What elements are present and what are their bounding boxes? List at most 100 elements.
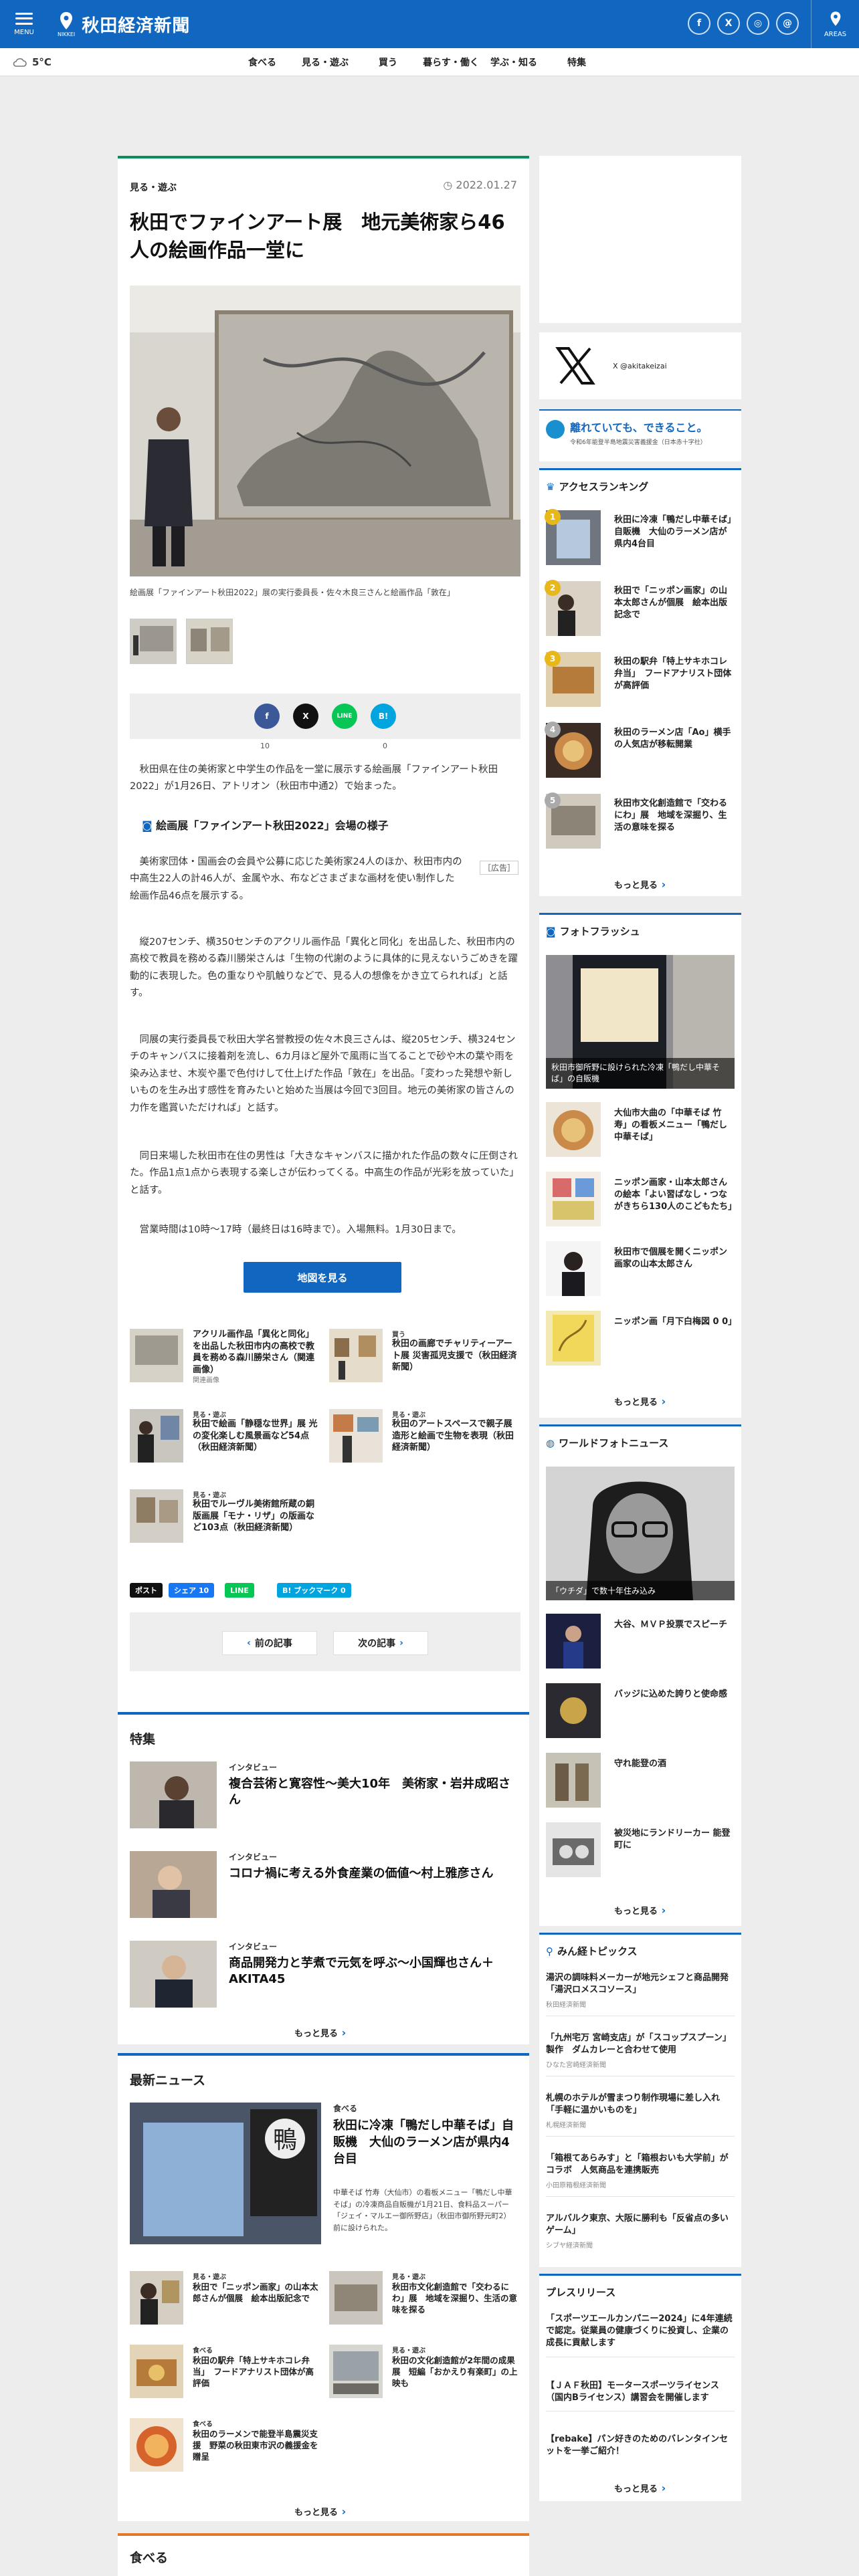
minkei-topics: ⚲ みん経トピックス 湯沢の調味料メーカーが地元シェフと商品開発 「湯沢ロメスコソ… bbox=[539, 1933, 741, 2267]
x-post-button[interactable]: ポスト bbox=[130, 1583, 163, 1598]
nav-item-tokushu[interactable]: 特集 bbox=[545, 56, 608, 69]
svg-text:鴨: 鴨 bbox=[273, 2127, 297, 2154]
x-icon[interactable]: X bbox=[717, 12, 740, 35]
related-item[interactable]: 見る・遊ぶ 秋田のアートスペースで親子展 造形と絵画で生物を表現（秋田経済新聞） bbox=[329, 1409, 520, 1467]
nav-item-taberu[interactable]: 食べる bbox=[231, 56, 294, 69]
related-item[interactable]: 見る・遊ぶ 秋田で絵画「静穏な世界」展 光の変化楽しむ風景画など54点（秋田経済… bbox=[130, 1409, 320, 1467]
world-photo-news: ◍ ワールドフォトニュース 「ウチダ」で数十年住み込み 大谷、ＭＶＰ投票でスピーチ… bbox=[539, 1424, 741, 1926]
minkei-item[interactable]: 札幌のホテルが雪まつり制作現場に差し入れ 「手軽に温かいものを」 札幌経済新聞 bbox=[546, 2092, 735, 2137]
hatena-share-button[interactable]: B! bbox=[371, 704, 396, 729]
nav-item-kurasu[interactable]: 暮らす・働く bbox=[419, 56, 482, 69]
latest-item[interactable]: 食べる 秋田の駅弁「特上サキホコレ弁当」 フードアナリスト団体が高評価 bbox=[130, 2345, 320, 2405]
location-pin-icon bbox=[830, 11, 840, 26]
latest-item[interactable]: 見る・遊ぶ 秋田の文化創造館が2年間の成果展 短編「おかえり有楽町」の上映も bbox=[329, 2345, 520, 2405]
press-more-link[interactable]: もっと見る bbox=[614, 2482, 666, 2494]
x-share-button[interactable]: X bbox=[293, 704, 318, 729]
x-account-box[interactable]: X @akitakeizai bbox=[539, 332, 741, 399]
ranking-more-link[interactable]: もっと見る bbox=[614, 878, 666, 891]
map-button[interactable]: 地図を見る bbox=[244, 1262, 401, 1293]
ranking-title: 秋田のラーメン店「Ao」横手の人気店が移転開業 bbox=[614, 728, 731, 750]
latest-more-link[interactable]: もっと見る bbox=[294, 2505, 346, 2518]
latest-item[interactable]: 見る・遊ぶ 秋田で「ニッポン画家」の山本太郎さんが個展 絵本出版記念で bbox=[130, 2271, 320, 2331]
minkei-item[interactable]: 「箱根てあらみす」と「箱根おいも大学前」がコラボ 人気商品を連携販売 小田原箱根経… bbox=[546, 2153, 735, 2197]
flash-title: ニッポン画「月下白梅図 0 0」 bbox=[614, 1317, 737, 1327]
related-tag: 見る・遊ぶ bbox=[193, 1492, 226, 1499]
latest-item[interactable]: 見る・遊ぶ 秋田市文化創造館で「交わるにわ」展 地域を深掘り、生活の意味を探る bbox=[329, 2271, 520, 2331]
flash-more-link[interactable]: もっと見る bbox=[614, 1395, 666, 1408]
world-item[interactable]: 被災地にランドリーカー 能登町に bbox=[546, 1822, 735, 1884]
features-more-link[interactable]: もっと見る bbox=[294, 2026, 346, 2039]
ranking-item[interactable]: 4 秋田のラーメン店「Ao」横手の人気店が移転開業 bbox=[545, 722, 735, 787]
flash-item[interactable]: ニッポン画「月下白梅図 0 0」 bbox=[546, 1311, 737, 1372]
latest-tag: 食べる bbox=[193, 2347, 213, 2355]
nav-item-miru-asobu[interactable]: 見る・遊ぶ bbox=[294, 56, 357, 69]
thumbnail-1[interactable] bbox=[130, 619, 177, 664]
facebook-share-button[interactable]: f bbox=[254, 704, 280, 729]
prev-article-button[interactable]: ‹ 前の記事 bbox=[222, 1631, 317, 1655]
nav-item-manabu[interactable]: 学ぶ・知る bbox=[482, 56, 545, 69]
latest-item[interactable]: 食べる 秋田のラーメンで能登半島震災支援 野菜の秋田東市沢の義援金を贈呈 bbox=[130, 2418, 320, 2478]
press-item[interactable]: 「スポーツエールカンパニー2024」に4年連続で認定。従業員の健康づくりに投資し… bbox=[546, 2313, 735, 2357]
world-item[interactable]: 大谷、ＭＶＰ投票でスピーチ bbox=[546, 1614, 735, 1675]
donation-banner[interactable]: 離れていても、できること。 令和6年能登半島地震災害義援金（日本赤十字社） bbox=[539, 409, 741, 461]
press-item[interactable]: 【rebake】パン好きのためのバレンタインセットを一挙ご紹介！ bbox=[546, 2434, 735, 2464]
x-account-handle: X @akitakeizai bbox=[613, 362, 667, 370]
press-release: プレスリリース 「スポーツエールカンパニー2024」に4年連続で認定。従業員の健… bbox=[539, 2274, 741, 2501]
facebook-share-pill[interactable]: シェア 10 bbox=[169, 1583, 215, 1598]
related-title: 秋田で絵画「静穏な世界」展 光の変化楽しむ風景画など54点（秋田経済新聞） bbox=[193, 1419, 318, 1453]
feature-item[interactable]: インタビュー 複合芸術と寛容性～美大10年 美術家・岩井成昭さん bbox=[130, 1761, 518, 1834]
related-item[interactable]: アクリル画作品「異化と同化」を出品した秋田市内の高校で教員を務める森川勝栄さん（… bbox=[130, 1329, 320, 1386]
flash-item[interactable]: 秋田市で個展を開くニッポン画家の山本太郎さん bbox=[546, 1241, 735, 1303]
ranking-item[interactable]: 1 秋田に冷凍「鴨だし中華そば」自販機 大仙のラーメン店が県内4台目 bbox=[545, 509, 735, 574]
minkei-item[interactable]: 「九州宅万 宮崎支店」が「スコップスプーン」製作 ダムカレーと合わせて使用 ひなた… bbox=[546, 2032, 735, 2077]
latest-top-item[interactable]: 鴨 食べる 秋田に冷凍「鴨だし中華そば」自販機 大仙のラーメン店が県内4台目 中… bbox=[130, 2103, 518, 2250]
nav-item-kau[interactable]: 買う bbox=[357, 56, 419, 69]
related-title: 秋田の画廊でチャリティーアート展 災害孤児支援で（秋田経済新聞） bbox=[392, 1339, 517, 1373]
thumbnail-2[interactable] bbox=[186, 619, 233, 664]
feature-item[interactable]: インタビュー 商品開発力と芋煮で元気を呼ぶ～小国輝也さん＋AKITA45 bbox=[130, 1941, 518, 2013]
camera-icon: ◙ bbox=[142, 819, 157, 832]
minkei-item[interactable]: アルバルク東京、大阪に勝利も「反省点の多いゲーム」 シブヤ経済新聞 bbox=[546, 2213, 735, 2256]
feature-item[interactable]: インタビュー コロナ禍に考える外食産業の価値～村上雅彦さん bbox=[130, 1851, 518, 1923]
related-item[interactable]: 買う 秋田の画廊でチャリティーアート展 災害孤児支援で（秋田経済新聞） bbox=[329, 1329, 520, 1386]
world-item[interactable]: バッジに込めた誇りと使命感 bbox=[546, 1683, 735, 1745]
hatena-bookmark-pill[interactable]: B! ブックマーク 0 bbox=[277, 1583, 351, 1598]
article-main-photo[interactable] bbox=[130, 286, 520, 576]
flash-main-photo[interactable]: 秋田市御所野に設けられた冷凍「鴨だし中華そば」の自販機 bbox=[546, 955, 735, 1089]
related-title: アクリル画作品「異化と同化」を出品した秋田市内の高校で教員を務める森川勝栄さん（… bbox=[193, 1329, 315, 1375]
menu-button[interactable]: MENU bbox=[0, 0, 48, 48]
related-item[interactable]: 見る・遊ぶ 秋田でルーヴル美術館所蔵の銅版画展「モナ・リザ」の版画など103点（… bbox=[130, 1489, 320, 1547]
logo-small: NIKKEI bbox=[58, 31, 76, 37]
chevron-right-icon: › bbox=[399, 1638, 403, 1648]
photo-flash: ◙ フォトフラッシュ 秋田市御所野に設けられた冷凍「鴨だし中華そば」の自販機 大仙… bbox=[539, 913, 741, 1418]
ranking-title: 秋田市文化創造館で「交わるにわ」展 地域を深掘り、生活の意味を探る bbox=[614, 798, 728, 833]
paragraph-3: 縦207センチ、横350センチのアクリル画作品「異化と同化」を出品した、秋田市内… bbox=[130, 937, 518, 999]
press-item[interactable]: 【ＪＡＦ秋田】モータースポーツライセンス（国内Bライセンス）講習会を開催します bbox=[546, 2380, 735, 2412]
threads-icon[interactable]: @ bbox=[776, 12, 799, 35]
minkei-item[interactable]: 湯沢の調味料メーカーが地元シェフと商品開発 「湯沢ロメスコソース」 秋田経済新聞 bbox=[546, 1972, 737, 2017]
world-more-link[interactable]: もっと見る bbox=[614, 1904, 666, 1917]
pin-icon: ⚲ bbox=[546, 1945, 553, 1957]
instagram-icon[interactable]: ◎ bbox=[747, 12, 769, 35]
world-item[interactable]: 守れ能登の酒 bbox=[546, 1753, 735, 1814]
world-main-photo[interactable]: 「ウチダ」で数十年住み込み bbox=[546, 1467, 735, 1600]
line-share-button[interactable]: LINE bbox=[332, 704, 357, 729]
ranking-item[interactable]: 2 秋田で「ニッポン画家」の山本太郎さんが個展 絵本出版記念で bbox=[545, 580, 735, 645]
flash-main-caption: 秋田市御所野に設けられた冷凍「鴨だし中華そば」の自販機 bbox=[546, 1058, 735, 1089]
ranking-item[interactable]: 5 秋田市文化創造館で「交わるにわ」展 地域を深掘り、生活の意味を探る bbox=[545, 792, 735, 858]
subheading[interactable]: ◙ 絵画展「ファインアート秋田2022」会場の様子 bbox=[142, 817, 389, 833]
ranking-item[interactable]: 3 秋田の駅弁「特上サキホコレ弁当」 フードアナリスト団体が高評価 bbox=[545, 651, 735, 716]
next-article-button[interactable]: 次の記事 › bbox=[333, 1631, 428, 1655]
line-share-pill[interactable]: LINE bbox=[225, 1583, 254, 1598]
article-category[interactable]: 見る・遊ぶ bbox=[130, 181, 177, 194]
site-logo[interactable]: NIKKEI 秋田経済新聞 bbox=[58, 11, 190, 37]
latest-tag: 見る・遊ぶ bbox=[193, 2274, 226, 2281]
ranking-title: 秋田の駅弁「特上サキホコレ弁当」 フードアナリスト団体が高評価 bbox=[614, 657, 732, 691]
weather: 5°C bbox=[0, 56, 80, 68]
rank-number: 2 bbox=[545, 580, 561, 596]
facebook-icon[interactable]: f bbox=[688, 12, 710, 35]
flash-item[interactable]: 大仙市大曲の「中華そば 竹寿」の看板メニュー「鴨だし中華そば」 bbox=[546, 1102, 735, 1164]
rank-number: 4 bbox=[545, 722, 561, 738]
areas-button[interactable]: AREAS bbox=[811, 0, 859, 48]
flash-item[interactable]: ニッポン画家・山本太郎さんの絵本「よい習ばなし・つながきちら130人のこどもたち… bbox=[546, 1172, 737, 1233]
